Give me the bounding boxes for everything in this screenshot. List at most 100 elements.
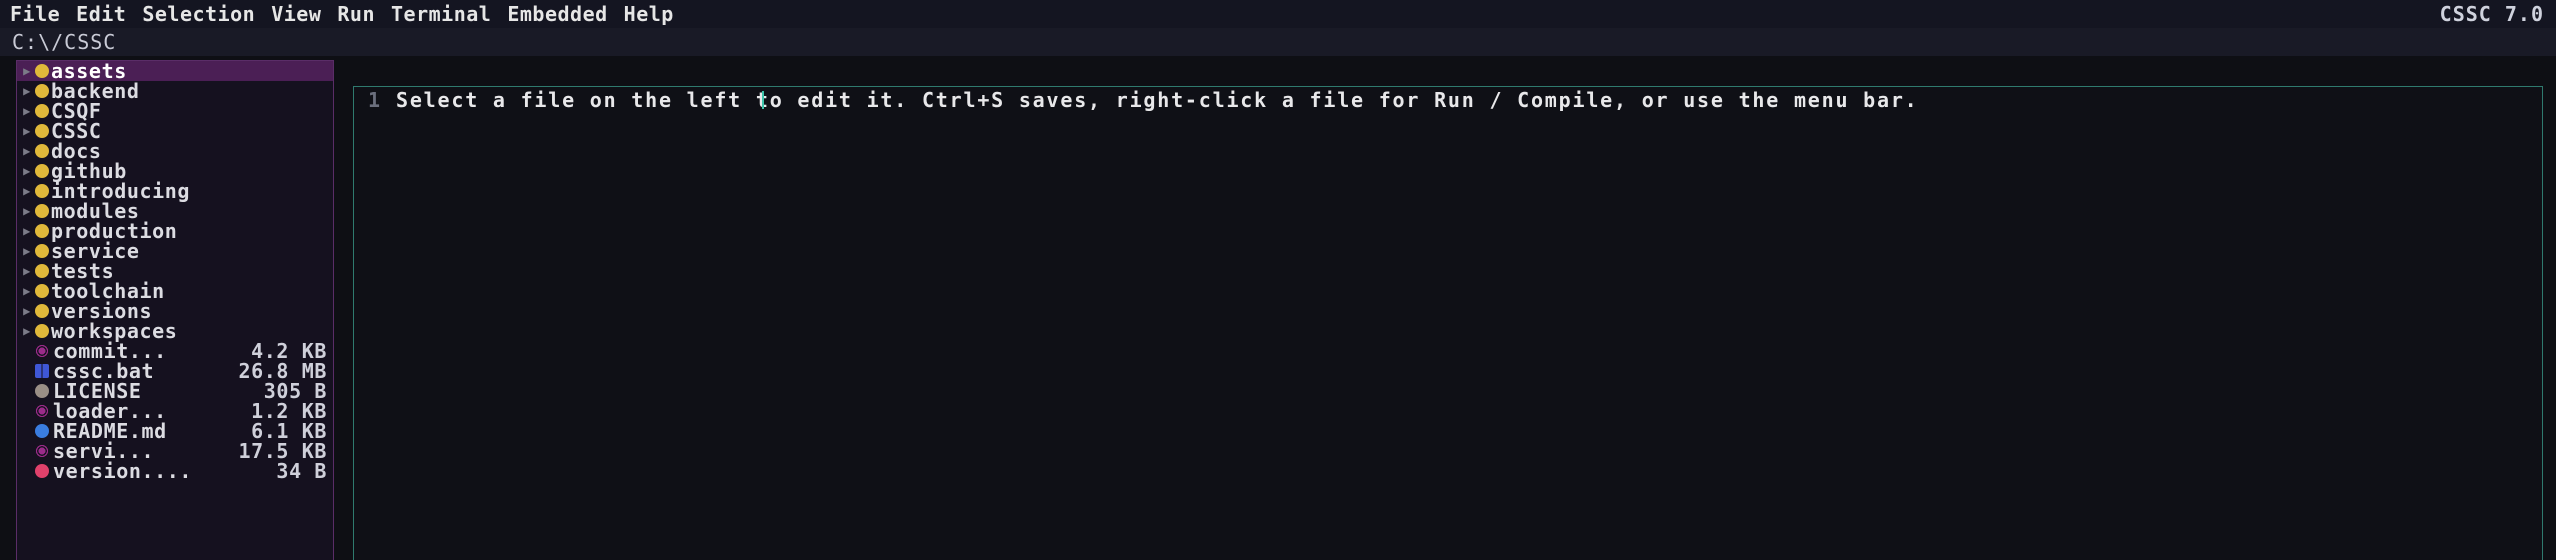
folder-item-toolchain[interactable]: ▶ toolchain	[17, 281, 333, 301]
expand-arrow-icon[interactable]: ▶	[21, 201, 33, 221]
folder-icon	[35, 144, 49, 158]
file-size: 26.8 MB	[238, 359, 327, 383]
folder-item-docs[interactable]: ▶ docs	[17, 141, 333, 161]
folder-icon	[35, 184, 49, 198]
menu-bar: File Edit Selection View Run Terminal Em…	[0, 0, 2556, 28]
folder-name: service	[51, 239, 140, 263]
file-size: 1.2 KB	[251, 399, 327, 423]
folder-name: CSQF	[51, 99, 102, 123]
folder-item-service[interactable]: ▶ service	[17, 241, 333, 261]
current-path: C:\/CSSC	[0, 28, 2556, 56]
file-tree-list: ▶ assets ▶ backend ▶ CSQF ▶ CSSC ▶ docs ▶ github ▶ in…	[17, 61, 333, 481]
folder-item-github[interactable]: ▶ github	[17, 161, 333, 181]
folder-name: tests	[51, 259, 115, 283]
gear-icon	[35, 404, 49, 418]
folder-item-tests[interactable]: ▶ tests	[17, 261, 333, 281]
line-gutter: 1	[354, 87, 394, 560]
windows-icon	[35, 364, 49, 378]
expand-arrow-icon[interactable]: ▶	[21, 221, 33, 241]
expand-arrow-icon[interactable]: ▶	[21, 321, 33, 341]
menu-edit[interactable]: Edit	[68, 0, 134, 28]
expand-arrow-icon[interactable]: ▶	[21, 281, 33, 301]
file-item[interactable]: loader... 1.2 KB	[17, 401, 333, 421]
folder-icon	[35, 324, 49, 338]
folder-icon	[35, 104, 49, 118]
file-item[interactable]: LICENSE 305 B	[17, 381, 333, 401]
menu-file[interactable]: File	[0, 0, 68, 28]
menu-run[interactable]: Run	[329, 0, 383, 28]
file-name: commit...	[53, 339, 167, 363]
app-version: CSSC 7.0	[2439, 2, 2544, 26]
file-name: version....	[53, 459, 193, 483]
folder-item-assets[interactable]: ▶ assets	[17, 61, 333, 81]
file-name: cssc.bat	[53, 359, 155, 383]
folder-icon	[35, 224, 49, 238]
file-name: servi...	[53, 439, 155, 463]
folder-name: versions	[51, 299, 153, 323]
folder-item-versions[interactable]: ▶ versions	[17, 301, 333, 321]
expand-arrow-icon[interactable]: ▶	[21, 101, 33, 121]
code-editor[interactable]: 1 Select a file on the left to edit it. …	[353, 86, 2543, 560]
folder-name: workspaces	[51, 319, 178, 343]
folder-icon	[35, 164, 49, 178]
folder-item-introducing[interactable]: ▶ introducing	[17, 181, 333, 201]
expand-arrow-icon[interactable]: ▶	[21, 141, 33, 161]
file-size: 305 B	[263, 379, 327, 403]
folder-name: docs	[51, 139, 102, 163]
folder-icon	[35, 304, 49, 318]
menu-terminal[interactable]: Terminal	[383, 0, 499, 28]
text-caret	[762, 91, 764, 109]
file-name: LICENSE	[53, 379, 142, 403]
folder-icon	[35, 64, 49, 78]
file-item[interactable]: commit... 4.2 KB	[17, 341, 333, 361]
file-size: 6.1 KB	[251, 419, 327, 443]
database-icon	[35, 464, 49, 478]
folder-item-workspaces[interactable]: ▶ workspaces	[17, 321, 333, 341]
editor-line[interactable]: Select a file on the left to edit it. Ct…	[396, 90, 1919, 110]
folder-name: toolchain	[51, 279, 165, 303]
file-size: 4.2 KB	[251, 339, 327, 363]
menu-help[interactable]: Help	[616, 0, 682, 28]
expand-arrow-icon[interactable]: ▶	[21, 121, 33, 141]
license-icon	[35, 384, 49, 398]
folder-icon	[35, 244, 49, 258]
file-size: 34 B	[276, 459, 327, 483]
file-tree: ▶ assets ▶ backend ▶ CSQF ▶ CSSC ▶ docs ▶ github ▶ in…	[16, 60, 334, 560]
file-item[interactable]: README.md 6.1 KB	[17, 421, 333, 441]
expand-arrow-icon[interactable]: ▶	[21, 181, 33, 201]
folder-name: CSSC	[51, 119, 102, 143]
folder-item-backend[interactable]: ▶ backend	[17, 81, 333, 101]
expand-arrow-icon[interactable]: ▶	[21, 241, 33, 261]
gear-icon	[35, 344, 49, 358]
folder-icon	[35, 204, 49, 218]
menu-selection[interactable]: Selection	[134, 0, 263, 28]
folder-item-production[interactable]: ▶ production	[17, 221, 333, 241]
folder-icon	[35, 84, 49, 98]
folder-item-cssc[interactable]: ▶ CSSC	[17, 121, 333, 141]
folder-name: backend	[51, 79, 140, 103]
file-item[interactable]: version.... 34 B	[17, 461, 333, 481]
file-name: README.md	[53, 419, 167, 443]
expand-arrow-icon[interactable]: ▶	[21, 301, 33, 321]
folder-name: production	[51, 219, 178, 243]
folder-icon	[35, 264, 49, 278]
info-icon	[35, 424, 49, 438]
menu-embedded[interactable]: Embedded	[499, 0, 615, 28]
folder-name: introducing	[51, 179, 191, 203]
menu-view[interactable]: View	[263, 0, 329, 28]
line-number: 1	[368, 88, 381, 112]
file-size: 17.5 KB	[238, 439, 327, 463]
folder-icon	[35, 284, 49, 298]
expand-arrow-icon[interactable]: ▶	[21, 81, 33, 101]
folder-icon	[35, 124, 49, 138]
file-item[interactable]: servi... 17.5 KB	[17, 441, 333, 461]
expand-arrow-icon[interactable]: ▶	[21, 161, 33, 181]
expand-arrow-icon[interactable]: ▶	[21, 61, 33, 81]
file-name: loader...	[53, 399, 167, 423]
folder-item-csqf[interactable]: ▶ CSQF	[17, 101, 333, 121]
folder-item-modules[interactable]: ▶ modules	[17, 201, 333, 221]
folder-name: github	[51, 159, 127, 183]
expand-arrow-icon[interactable]: ▶	[21, 261, 33, 281]
folder-name: modules	[51, 199, 140, 223]
file-item[interactable]: cssc.bat 26.8 MB	[17, 361, 333, 381]
